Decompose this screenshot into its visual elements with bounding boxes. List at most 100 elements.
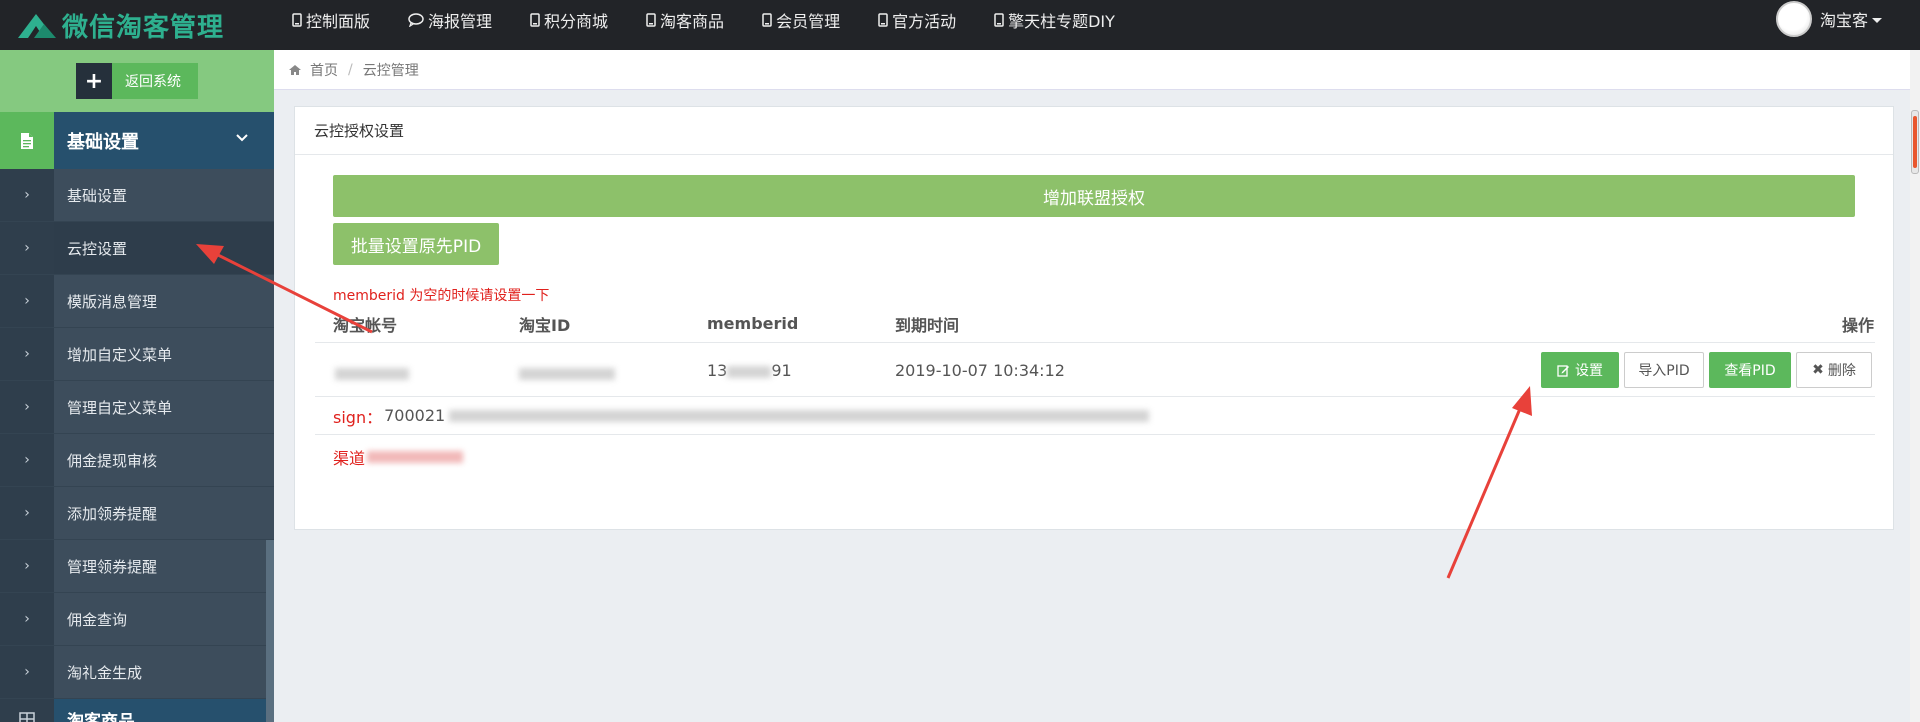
document-icon <box>0 112 54 169</box>
edit-icon <box>1557 364 1569 377</box>
nav-posters-label: 海报管理 <box>428 12 493 31</box>
home-icon <box>289 64 301 75</box>
sidebar-item-manage-coupon-reminder[interactable]: › 管理领券提醒 <box>0 540 274 593</box>
sidebar-item-label: 模版消息管理 <box>67 292 158 311</box>
scrollbar-marker <box>1913 116 1917 168</box>
import-pid-button[interactable]: 导入PID <box>1624 352 1704 388</box>
back-to-system-button[interactable]: + 返回系统 <box>76 63 198 99</box>
col-taobao-id: 淘宝ID <box>519 315 571 335</box>
plus-icon: + <box>76 63 112 99</box>
sidebar-item-gift-money[interactable]: › 淘礼金生成 <box>0 646 274 699</box>
sidebar-section-title: 基础设置 <box>67 131 139 153</box>
batch-set-pid-button[interactable]: 批量设置原先PID <box>333 223 499 265</box>
mobile-icon <box>530 13 540 27</box>
user-name: 淘宝客 <box>1820 11 1869 30</box>
col-account: 淘宝帐号 <box>333 315 398 335</box>
nav-members-label: 会员管理 <box>776 12 841 31</box>
chevron-right-icon: › <box>0 381 54 433</box>
sidebar-section-basic-settings[interactable]: 基础设置 <box>0 112 274 169</box>
mobile-icon <box>994 13 1004 27</box>
logo-icon <box>18 14 56 38</box>
cell-taobao-id <box>519 365 615 384</box>
chevron-right-icon: › <box>0 487 54 539</box>
close-icon: ✖ <box>1812 362 1824 378</box>
cell-expire: 2019-10-07 10:34:12 <box>895 361 1065 380</box>
nav-activities-label: 官方活动 <box>892 12 957 31</box>
chevron-down-icon <box>236 134 248 142</box>
sidebar-item-withdraw-review[interactable]: › 佣金提现审核 <box>0 434 274 487</box>
nav-diy[interactable]: 擎天柱专题DIY <box>994 8 1115 32</box>
top-nav: 控制面版 海报管理 积分商城 淘客商品 会员管理 官方活动 擎天柱专题DIY <box>292 0 1153 40</box>
settings-button[interactable]: 设置 <box>1541 352 1619 388</box>
chevron-right-icon: › <box>0 275 54 327</box>
sidebar-item-label: 佣金提现审核 <box>67 451 158 470</box>
chevron-right-icon: › <box>0 169 54 221</box>
delete-button[interactable]: ✖ 删除 <box>1796 352 1872 388</box>
sidebar-item-label: 管理领券提醒 <box>67 557 158 576</box>
user-menu[interactable]: 淘宝客 <box>1776 0 1883 38</box>
col-memberid: memberid <box>707 314 799 333</box>
mobile-icon <box>878 13 888 27</box>
chevron-right-icon: › <box>0 434 54 486</box>
sign-value: 700021 <box>384 406 446 425</box>
breadcrumb: 首页 / 云控管理 <box>274 50 1910 90</box>
sidebar-item-label: 增加自定义菜单 <box>67 345 173 364</box>
sign-label: sign： <box>333 407 383 427</box>
nav-members[interactable]: 会员管理 <box>762 8 840 32</box>
nav-points-mall[interactable]: 积分商城 <box>530 8 608 32</box>
caret-down-icon <box>1872 17 1883 23</box>
sidebar-item-label: 添加领券提醒 <box>67 504 158 523</box>
grid-icon <box>0 699 54 722</box>
memberid-warning: memberid 为空的时候请设置一下 <box>333 288 550 304</box>
chevron-right-icon: › <box>0 328 54 380</box>
sidebar: + 返回系统 基础设置 › 基础设置 › 云控设置 › 模版消息管理 › 增加自… <box>0 50 274 722</box>
add-alliance-auth-button[interactable]: 增加联盟授权 <box>333 175 1855 217</box>
back-to-system-label: 返回系统 <box>125 74 181 90</box>
nav-points-mall-label: 积分商城 <box>544 12 609 31</box>
sidebar-item-add-custom-menu[interactable]: › 增加自定义菜单 <box>0 328 274 381</box>
sidebar-item-label: 云控设置 <box>67 239 128 258</box>
breadcrumb-home[interactable]: 首页 <box>310 60 338 80</box>
row-actions: 设置 导入PID 查看PID ✖ 删除 <box>1541 352 1877 388</box>
sidebar-item-label: 佣金查询 <box>67 610 128 629</box>
sign-value-redacted <box>449 409 1150 422</box>
sidebar-item-basic-settings[interactable]: › 基础设置 <box>0 169 274 222</box>
nav-dashboard[interactable]: 控制面版 <box>292 8 370 32</box>
channel-value-redacted <box>367 451 464 463</box>
nav-activities[interactable]: 官方活动 <box>878 8 956 32</box>
nav-posters[interactable]: 海报管理 <box>408 8 492 32</box>
channel-row: 渠道 <box>333 445 464 469</box>
sidebar-scroll-strip <box>266 540 274 722</box>
sidebar-item-add-coupon-reminder[interactable]: › 添加领券提醒 <box>0 487 274 540</box>
chevron-right-icon: › <box>0 646 54 698</box>
col-expire: 到期时间 <box>895 315 960 335</box>
comment-icon <box>408 13 424 27</box>
view-pid-button[interactable]: 查看PID <box>1709 352 1791 388</box>
chevron-right-icon: › <box>0 222 54 274</box>
table-header: 淘宝帐号 淘宝ID memberid 到期时间 操作 <box>315 305 1875 343</box>
sidebar-item-cloud-control[interactable]: › 云控设置 <box>0 222 274 275</box>
sign-row: sign： 700021 <box>315 397 1875 435</box>
sidebar-item-commission-query[interactable]: › 佣金查询 <box>0 593 274 646</box>
mobile-icon <box>292 13 302 27</box>
col-actions: 操作 <box>1842 315 1875 335</box>
nav-products-label: 淘客商品 <box>660 12 725 31</box>
nav-diy-label: 擎天柱专题DIY <box>1008 12 1115 31</box>
nav-products[interactable]: 淘客商品 <box>646 8 724 32</box>
mobile-icon <box>762 13 772 27</box>
sidebar-section-products[interactable]: 淘客商品 <box>0 699 274 722</box>
sidebar-top: + 返回系统 <box>0 50 274 112</box>
cell-memberid: 13 91 <box>707 361 792 380</box>
breadcrumb-separator: / <box>348 61 353 78</box>
chevron-right-icon: › <box>0 540 54 592</box>
chevron-right-icon: › <box>0 593 54 645</box>
sidebar-item-manage-custom-menu[interactable]: › 管理自定义菜单 <box>0 381 274 434</box>
mobile-icon <box>646 13 656 27</box>
cell-account <box>335 365 409 384</box>
nav-dashboard-label: 控制面版 <box>306 12 371 31</box>
app-logo[interactable]: 微信淘客管理 <box>16 6 224 44</box>
breadcrumb-current: 云控管理 <box>362 62 419 79</box>
sidebar-item-template-messages[interactable]: › 模版消息管理 <box>0 275 274 328</box>
app-title: 微信淘客管理 <box>62 12 225 43</box>
panel-title: 云控授权设置 <box>295 107 1893 155</box>
